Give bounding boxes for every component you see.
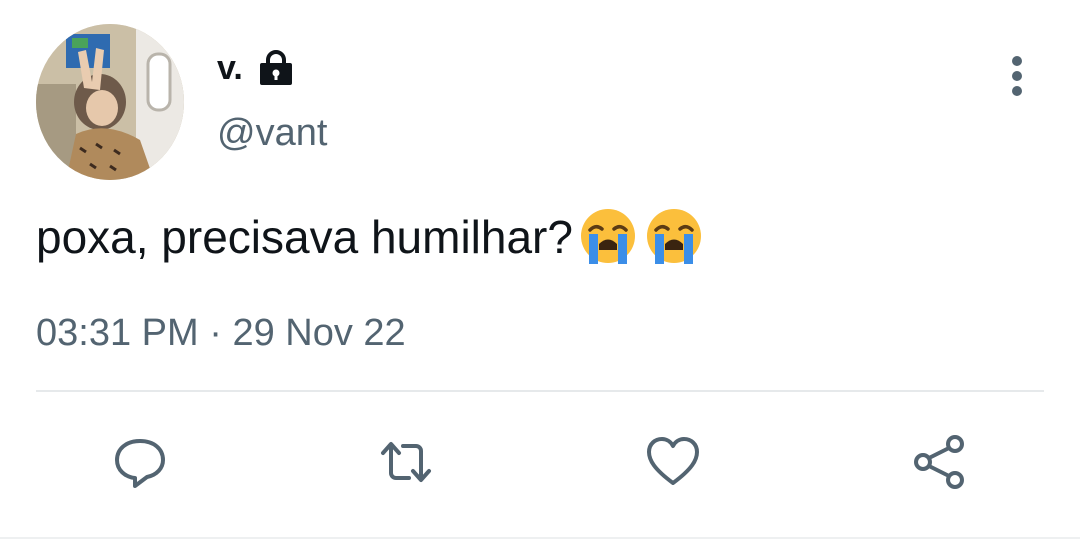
display-name[interactable]: v. (217, 48, 243, 88)
heart-icon (647, 437, 699, 485)
reply-button[interactable] (110, 432, 170, 492)
reply-icon (115, 439, 165, 488)
lock-icon (257, 50, 295, 86)
tweet-text: poxa, precisava humilhar? (36, 211, 573, 263)
tweet-body: poxa, precisava humilhar? (36, 205, 705, 269)
tweet-timestamp[interactable]: 03:31 PM · 29 Nov 22 (36, 310, 406, 356)
share-icon (914, 435, 964, 489)
avatar-photo (36, 24, 184, 180)
retweet-button[interactable] (376, 432, 436, 492)
crying-face-icon (643, 206, 705, 268)
retweet-icon (381, 442, 431, 482)
bottom-divider (0, 537, 1080, 539)
tweet-time: 03:31 PM (36, 312, 199, 354)
divider (36, 390, 1044, 392)
crying-face-icon (577, 206, 639, 268)
display-name-row: v. (217, 48, 295, 88)
share-button[interactable] (910, 432, 970, 492)
meta-separator: · (209, 312, 222, 354)
avatar[interactable] (36, 24, 184, 180)
more-options-icon[interactable] (1000, 52, 1034, 100)
user-handle[interactable]: @vant (217, 110, 327, 156)
like-button[interactable] (643, 432, 703, 492)
tweet-date: 29 Nov 22 (232, 312, 406, 354)
